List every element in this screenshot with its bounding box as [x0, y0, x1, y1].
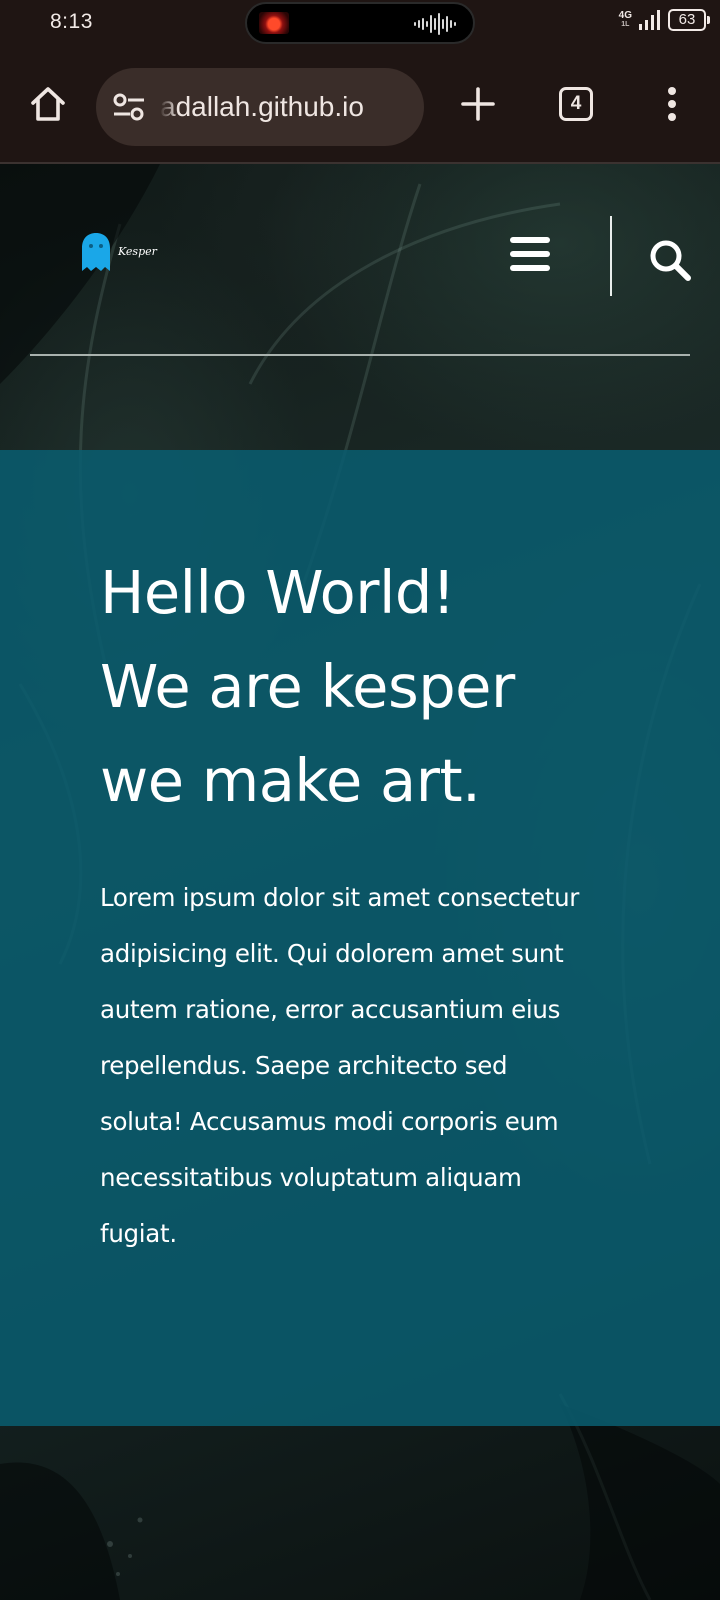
header-rule — [30, 354, 690, 356]
tab-count: 4 — [570, 93, 582, 114]
media-artwork-icon — [259, 12, 289, 34]
status-indicators: 4G 1L 63 — [619, 9, 710, 31]
site-header: Kesper — [0, 164, 720, 356]
network-label: 4G — [618, 10, 632, 21]
hero-title-line: we make art. — [100, 746, 481, 815]
logo-text: Kesper — [118, 245, 157, 258]
network-sub-label: 1L — [621, 21, 630, 28]
search-button[interactable] — [648, 238, 692, 282]
url-text[interactable]: adallah.github.io — [160, 68, 415, 146]
hero-section: Hello World! We are kesper we make art. … — [0, 450, 720, 1426]
hero-title-line: Hello World! — [100, 558, 456, 627]
status-time: 8:13 — [50, 10, 93, 33]
new-tab-plus-icon — [461, 87, 495, 121]
menu-button[interactable] — [510, 237, 552, 273]
web-page: Kesper Hello World! We are kesper we mak… — [0, 164, 720, 1600]
browser-toolbar: adallah.github.io 4 — [0, 46, 720, 164]
status-bar: 8:13 4G 1L 63 — [0, 0, 720, 46]
site-settings-icon[interactable] — [112, 92, 146, 122]
tab-switcher-button[interactable]: 4 — [550, 78, 602, 130]
battery-icon: 63 — [668, 9, 710, 31]
battery-level: 63 — [678, 11, 696, 28]
new-tab-button[interactable] — [452, 78, 504, 130]
signal-strength-icon — [639, 10, 660, 30]
home-icon — [31, 87, 65, 121]
dynamic-island[interactable] — [245, 2, 475, 44]
site-logo[interactable]: Kesper — [80, 232, 157, 272]
network-type: 4G 1L — [619, 11, 632, 29]
more-menu-icon — [668, 87, 676, 121]
search-icon — [650, 240, 691, 281]
more-menu-button[interactable] — [646, 78, 698, 130]
audio-waveform-icon — [414, 13, 456, 35]
address-bar[interactable]: adallah.github.io — [96, 68, 424, 146]
header-divider — [610, 216, 612, 296]
hero-title-line: We are kesper — [100, 652, 515, 721]
hero-title: Hello World! We are kesper we make art. — [100, 546, 640, 828]
hero-description: Lorem ipsum dolor sit amet consectetur a… — [100, 883, 580, 1248]
tab-switcher-icon: 4 — [559, 87, 593, 121]
hamburger-icon — [510, 237, 552, 271]
ghost-logo-icon — [82, 233, 110, 271]
home-button[interactable] — [22, 78, 74, 130]
